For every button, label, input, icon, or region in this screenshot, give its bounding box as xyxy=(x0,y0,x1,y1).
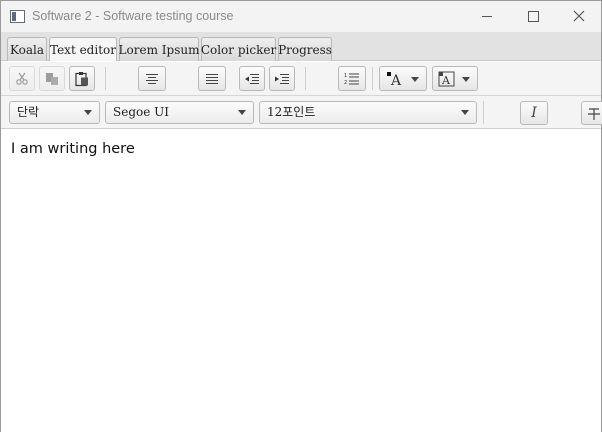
paragraph-style-select[interactable]: 단락 xyxy=(9,101,100,124)
chevron-down-icon xyxy=(411,77,419,82)
window-title: Software 2 - Software testing course xyxy=(32,9,234,23)
outdent-button[interactable] xyxy=(239,66,265,91)
toolbar-separator xyxy=(372,67,373,90)
align-justify-icon xyxy=(206,73,218,84)
tab-color-picker[interactable]: Color picker xyxy=(201,37,276,61)
indent-button[interactable] xyxy=(269,66,295,91)
align-center-button[interactable] xyxy=(138,66,166,91)
font-size-select[interactable]: 12포인트 xyxy=(259,101,477,124)
chevron-down-icon xyxy=(84,110,92,115)
maximize-button[interactable] xyxy=(510,1,556,32)
align-center-icon xyxy=(146,73,158,84)
strikethrough-button[interactable] xyxy=(581,101,602,125)
app-icon xyxy=(10,10,25,23)
tab-koala[interactable]: Koala xyxy=(7,37,47,61)
paste-icon xyxy=(75,71,88,86)
editor-content[interactable]: I am writing here xyxy=(11,141,135,157)
font-size-value: 12포인트 xyxy=(267,105,316,119)
numbered-list-icon: 12 xyxy=(344,73,359,86)
chevron-down-icon xyxy=(238,110,246,115)
toolbar-separator xyxy=(105,67,106,90)
close-icon xyxy=(573,10,585,22)
paragraph-style-value: 단락 xyxy=(17,105,40,119)
italic-button[interactable]: I xyxy=(520,101,548,125)
close-button[interactable] xyxy=(556,1,602,32)
copy-icon xyxy=(46,72,58,85)
italic-icon: I xyxy=(531,105,537,121)
font-family-value: Segoe UI xyxy=(113,105,169,119)
app-window: Software 2 - Software testing course Koa… xyxy=(0,0,602,432)
svg-text:A: A xyxy=(390,73,402,87)
text-color-icon: A xyxy=(387,71,402,87)
svg-text:1: 1 xyxy=(344,73,347,79)
background-color-button[interactable]: A xyxy=(432,66,478,91)
cut-button[interactable] xyxy=(9,66,35,91)
align-justify-button[interactable] xyxy=(198,66,226,91)
tab-text-editor[interactable]: Text editor xyxy=(49,37,117,61)
toolbar-separator xyxy=(483,101,484,124)
svg-text:2: 2 xyxy=(344,80,347,86)
copy-button[interactable] xyxy=(39,66,65,91)
text-color-button[interactable]: A xyxy=(379,66,427,91)
chevron-down-icon xyxy=(461,110,469,115)
formatting-toolbar: 12 A A xyxy=(1,62,601,96)
strikethrough-icon xyxy=(588,108,600,120)
svg-text:A: A xyxy=(441,74,451,87)
text-editor-area[interactable]: I am writing here xyxy=(1,130,601,432)
toolbar-separator xyxy=(305,67,306,90)
minimize-button[interactable] xyxy=(464,1,510,32)
chevron-down-icon xyxy=(462,77,470,82)
tab-lorem-ipsum[interactable]: Lorem Ipsum xyxy=(119,37,199,61)
font-toolbar: 단락 Segoe UI 12포인트 I xyxy=(1,96,602,129)
outdent-icon xyxy=(245,73,259,84)
title-bar[interactable]: Software 2 - Software testing course xyxy=(1,1,601,32)
background-color-icon: A xyxy=(438,71,455,87)
cut-icon xyxy=(16,72,28,85)
tab-progress[interactable]: Progress xyxy=(278,37,332,61)
paste-button[interactable] xyxy=(69,66,95,91)
font-family-select[interactable]: Segoe UI xyxy=(105,101,254,124)
tab-bar: Koala Text editor Lorem Ipsum Color pick… xyxy=(1,32,601,61)
indent-icon xyxy=(275,73,289,84)
numbered-list-button[interactable]: 12 xyxy=(338,66,366,91)
